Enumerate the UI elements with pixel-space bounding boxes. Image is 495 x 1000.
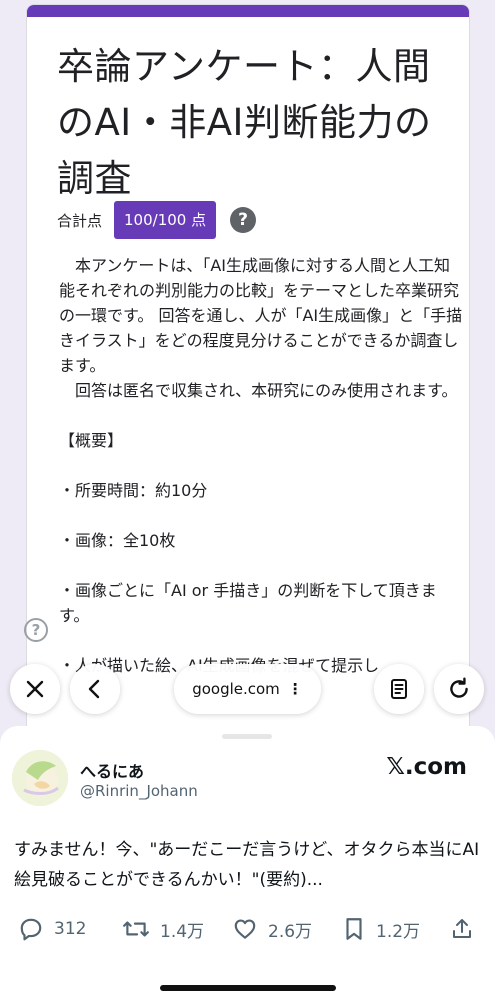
- reload-button[interactable]: [434, 664, 484, 714]
- share-icon: [453, 919, 471, 938]
- like-button[interactable]: 2.6万: [232, 916, 312, 942]
- reply-count: 312: [54, 919, 87, 939]
- bookmark-icon: [346, 918, 362, 940]
- reload-icon: [450, 677, 468, 698]
- share-button[interactable]: [450, 916, 484, 942]
- back-button[interactable]: [70, 664, 120, 714]
- reply-icon: [20, 918, 42, 941]
- description-paragraph: 本アンケートは、「AI生成画像に対する人間と人工知能それぞれの判別能力の比較」を…: [59, 256, 463, 375]
- description-gap: [59, 553, 463, 578]
- form-accent-bar: [27, 5, 469, 17]
- description-gap: [59, 403, 463, 428]
- reader-button[interactable]: [374, 664, 424, 714]
- score-badge: 100/100 点: [114, 201, 217, 239]
- reply-button[interactable]: 312: [18, 916, 86, 942]
- form-title: 卒論アンケート：人間のAI・非AI判断能力の調査: [57, 45, 432, 200]
- form-description: 本アンケートは、「AI生成画像に対する人間と人工知能それぞれの判別能力の比較」を…: [59, 253, 463, 678]
- description-gap: [59, 453, 463, 478]
- home-indicator[interactable]: [160, 985, 336, 991]
- retweet-count: 1.4万: [160, 921, 205, 942]
- tweet-text[interactable]: すみません！今、"あーだこーだ言うけど、オタクら本当にAI絵見破ることができるん…: [14, 835, 484, 895]
- x-logo[interactable]: 𝕏.com: [386, 754, 467, 780]
- description-item: ・画像ごとに「AI or 手描き」の判断を下して頂きます。: [59, 581, 437, 625]
- url-bar[interactable]: google.com ⋮: [174, 664, 321, 714]
- reader-icon: [391, 679, 407, 699]
- display-name[interactable]: へるにあ: [80, 758, 144, 782]
- description-heading: 【概要】: [59, 431, 124, 450]
- back-icon: [88, 679, 100, 699]
- more-options-icon[interactable]: ⋮: [288, 680, 303, 698]
- avatar-illustration-icon: [12, 750, 68, 806]
- bookmark-count: 1.2万: [376, 921, 421, 942]
- floating-help-icon[interactable]: ?: [24, 618, 48, 642]
- retweet-icon: [123, 921, 149, 937]
- url-text: google.com: [192, 680, 280, 698]
- retweet-button[interactable]: 1.4万: [122, 916, 204, 942]
- description-paragraph: 回答は匿名で収集され、本研究にのみ使用されます。: [59, 381, 458, 400]
- avatar[interactable]: [12, 750, 68, 806]
- help-icon[interactable]: ?: [230, 207, 257, 233]
- description-item: ・所要時間：約10分: [59, 481, 208, 500]
- bookmark-button[interactable]: 1.2万: [342, 916, 420, 942]
- form-card: 卒論アンケート：人間のAI・非AI判断能力の調査 合計点 100/100 点 ?…: [26, 4, 470, 764]
- tweet-card[interactable]: へるにあ @Rinrin_Johann 𝕏.com すみません！今、"あーだこー…: [0, 726, 495, 1000]
- description-gap: [59, 503, 463, 528]
- close-button[interactable]: [10, 664, 60, 714]
- score-row: 合計点 100/100 点 ?: [57, 201, 257, 239]
- like-count: 2.6万: [268, 921, 313, 942]
- description-item: ・画像：全10枚: [59, 531, 176, 550]
- description-gap: [59, 628, 463, 653]
- score-label: 合計点: [57, 211, 103, 230]
- heart-icon: [234, 919, 256, 939]
- close-icon: [26, 680, 44, 698]
- sheet-grabber[interactable]: [222, 734, 272, 739]
- tweet-actions: 312 1.4万 2.6万 1.2万: [0, 916, 495, 952]
- user-handle[interactable]: @Rinrin_Johann: [80, 782, 198, 800]
